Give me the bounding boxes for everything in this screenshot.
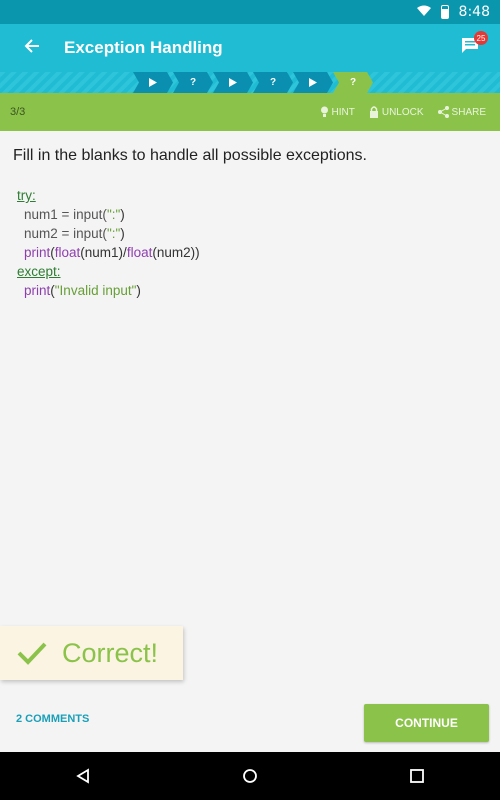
- app-bar: Exception Handling 25: [0, 24, 500, 72]
- question-counter: 3/3: [10, 106, 26, 118]
- nav-recents-icon[interactable]: [364, 769, 470, 783]
- progress-step-4[interactable]: ?: [253, 72, 293, 93]
- progress-step-3[interactable]: [213, 72, 253, 93]
- share-button[interactable]: SHARE: [437, 106, 486, 118]
- comments-link[interactable]: 2 COMMENTS: [16, 713, 89, 725]
- lesson-toolbar: 3/3 HINT UNLOCK SHARE: [0, 93, 500, 131]
- nav-back-icon[interactable]: [30, 768, 136, 784]
- lesson-progress: ? ? ?: [0, 72, 500, 93]
- question-text: Fill in the blanks to handle all possibl…: [13, 147, 367, 164]
- progress-step-6[interactable]: ?: [333, 72, 373, 93]
- comments-badge: 25: [474, 31, 488, 45]
- battery-icon: [440, 5, 449, 19]
- correct-feedback: Correct!: [0, 626, 183, 680]
- page-title: Exception Handling: [64, 38, 223, 57]
- blank-try[interactable]: try:: [17, 188, 36, 203]
- code-block: try: num1 = input(":") num2 = input(":")…: [17, 188, 200, 298]
- status-bar: 8:48: [0, 0, 500, 24]
- nav-home-icon[interactable]: [197, 768, 303, 784]
- progress-step-2[interactable]: ?: [173, 72, 213, 93]
- unlock-button[interactable]: UNLOCK: [369, 106, 424, 118]
- continue-button[interactable]: CONTINUE: [364, 704, 489, 742]
- progress-step-1[interactable]: [133, 72, 173, 93]
- system-nav-bar: [0, 752, 500, 800]
- status-time: 8:48: [458, 4, 490, 20]
- share-icon: [437, 106, 449, 118]
- lock-icon: [369, 106, 378, 118]
- share-label: SHARE: [451, 106, 486, 118]
- hint-button[interactable]: HINT: [320, 106, 355, 118]
- unlock-label: UNLOCK: [381, 106, 424, 118]
- progress-step-5[interactable]: [293, 72, 333, 93]
- correct-label: Correct!: [62, 637, 159, 668]
- checkmark-icon: [17, 642, 47, 665]
- lightbulb-icon: [320, 106, 328, 117]
- blank-except[interactable]: except:: [17, 264, 61, 279]
- wifi-icon: [416, 5, 431, 20]
- hint-label: HINT: [331, 106, 355, 118]
- back-arrow-icon[interactable]: [0, 37, 64, 60]
